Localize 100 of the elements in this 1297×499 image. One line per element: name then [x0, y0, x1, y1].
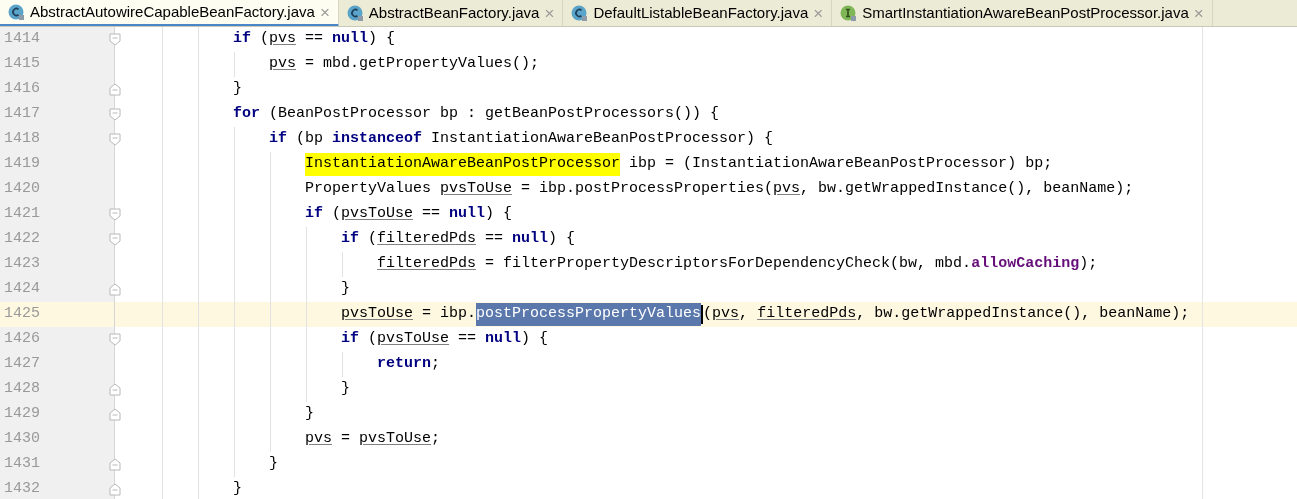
- code-text: (: [367, 229, 378, 250]
- line-number: 1414: [3, 29, 40, 50]
- code-text: (: [331, 204, 342, 225]
- fold-marker-icon[interactable]: [109, 133, 121, 146]
- code-text: ) {: [368, 29, 396, 50]
- code-text: pvs: [773, 179, 801, 200]
- line-number: 1417: [3, 104, 40, 125]
- code-text: ) {: [548, 229, 576, 250]
- code-text: ==: [457, 329, 478, 350]
- line-number: 1421: [3, 204, 40, 225]
- line-number: 1422: [3, 229, 40, 250]
- code-text: );: [1079, 254, 1098, 275]
- line-number: 1431: [3, 454, 40, 475]
- fold-marker-icon[interactable]: [109, 83, 121, 96]
- code-text: if: [305, 204, 323, 225]
- code-text: pvs: [269, 29, 297, 50]
- highlighted-text: InstantiationAwareBeanPostProcessor: [305, 153, 621, 176]
- fold-marker-icon[interactable]: [109, 408, 121, 421]
- code-text: }: [305, 404, 314, 425]
- code-text: ;: [431, 354, 441, 375]
- code-text: }: [233, 479, 242, 499]
- code-text: allowCaching: [971, 254, 1080, 275]
- code-text: pvsToUse: [341, 204, 414, 225]
- class-icon: [571, 5, 589, 22]
- code-text: filteredPds: [377, 254, 477, 275]
- line-number: 1429: [3, 404, 40, 425]
- fold-marker-icon[interactable]: [109, 108, 121, 121]
- fold-marker-icon[interactable]: [109, 458, 121, 471]
- code-text: for: [233, 104, 260, 125]
- code-text: ==: [484, 229, 505, 250]
- fold-marker-icon[interactable]: [109, 208, 121, 221]
- code-text: if: [233, 29, 251, 50]
- code-text: pvs: [712, 304, 740, 325]
- code-text: null: [449, 204, 486, 225]
- code-text: pvsToUse: [359, 429, 432, 450]
- line-number: 1418: [3, 129, 40, 150]
- code-text: InstantiationAwareBeanPostProcessor) {: [430, 129, 774, 150]
- code-text: null: [512, 229, 549, 250]
- code-text: , bw.getWrappedInstance(), beanName);: [800, 179, 1134, 200]
- code-text: (BeanPostProcessor bp : getBeanPostProcessors()) {: [268, 104, 720, 125]
- code-text: PropertyValues: [305, 179, 433, 200]
- code-text: filteredPds: [377, 229, 477, 250]
- code-text: =: [340, 429, 352, 450]
- code-text: = ibp.: [421, 304, 477, 325]
- code-text: ) {: [485, 204, 513, 225]
- code-text: pvsToUse: [440, 179, 513, 200]
- text-caret: [701, 305, 704, 324]
- code-text: ,: [739, 304, 750, 325]
- code-text: filteredPds: [757, 304, 857, 325]
- code-text: }: [341, 379, 350, 400]
- line-number: 1426: [3, 329, 40, 350]
- fold-marker-icon[interactable]: [109, 233, 121, 246]
- line-number: 1424: [3, 279, 40, 300]
- code-text: = mbd.getPropertyValues();: [304, 54, 540, 75]
- line-number: 1419: [3, 154, 40, 175]
- code-text: if: [341, 329, 359, 350]
- code-text: return: [377, 354, 431, 375]
- code-text: (: [259, 29, 270, 50]
- code-text: (: [703, 304, 713, 325]
- line-number: 1428: [3, 379, 40, 400]
- code-text: = filterPropertyDescriptorsForDependencyCheck(bw, mbd.: [484, 254, 972, 275]
- code-text: }: [341, 279, 350, 300]
- code-text: pvsToUse: [377, 329, 450, 350]
- fold-marker-icon[interactable]: [109, 483, 121, 496]
- code-text: (bp: [295, 129, 325, 150]
- fold-marker-icon[interactable]: [109, 383, 121, 396]
- editor-tab[interactable]: AbstractAutowireCapableBeanFactory.java ×: [0, 0, 339, 26]
- line-number: 1415: [3, 54, 40, 75]
- code-text: = ibp.postProcessProperties(: [520, 179, 774, 200]
- fold-marker-icon[interactable]: [109, 33, 121, 46]
- code-text: ==: [421, 204, 442, 225]
- code-text: ;: [431, 429, 441, 450]
- code-text: }: [269, 454, 278, 475]
- code-text: }: [233, 79, 242, 100]
- fold-marker-icon[interactable]: [109, 283, 121, 296]
- code-text: null: [332, 29, 369, 50]
- class-icon: [346, 5, 364, 22]
- code-text: pvs: [269, 54, 296, 75]
- code-text: if: [269, 129, 287, 150]
- code-text: ) {: [521, 329, 549, 350]
- selected-text: postProcessPropertyValues: [476, 303, 702, 326]
- line-number: 1430: [3, 429, 40, 450]
- line-number: 1432: [3, 479, 40, 499]
- class-icon: [8, 3, 25, 21]
- code-text: if: [341, 229, 359, 250]
- fold-marker-icon[interactable]: [109, 333, 121, 346]
- code-text: , bw.getWrappedInstance(), beanName);: [856, 304, 1190, 325]
- code-text: (: [367, 329, 378, 350]
- code-text: ibp = (InstantiationAwareBeanPostProcessor) bp;: [628, 154, 1053, 175]
- line-number: 1427: [3, 354, 40, 375]
- code-text: instanceof: [332, 129, 423, 150]
- line-number: 1416: [3, 79, 40, 100]
- code-text: ==: [304, 29, 325, 50]
- line-number: 1420: [3, 179, 40, 200]
- line-number: 1425: [3, 304, 40, 325]
- interface-icon: [840, 5, 858, 22]
- line-number: 1423: [3, 254, 40, 275]
- code-text: null: [485, 329, 522, 350]
- code-text: pvsToUse: [341, 304, 413, 325]
- code-text: pvs: [305, 429, 332, 450]
